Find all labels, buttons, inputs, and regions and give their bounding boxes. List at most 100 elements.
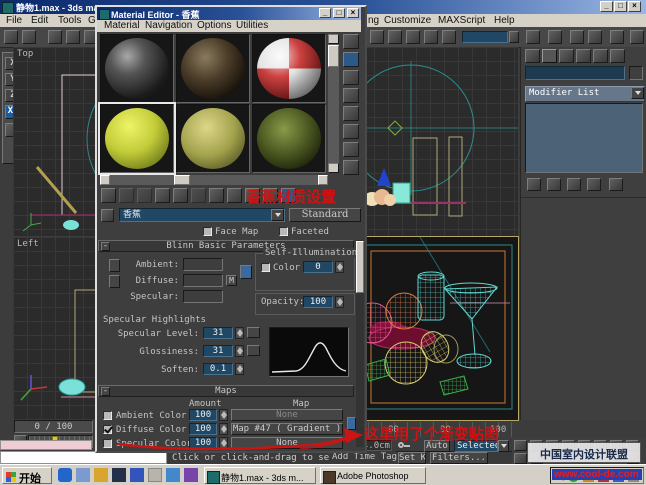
go-start-icon[interactable] <box>514 440 527 451</box>
slots-vertical-scrollbar[interactable] <box>328 34 339 173</box>
slots-horizontal-scrollbar[interactable] <box>100 175 328 185</box>
macro-recorder-pane[interactable] <box>0 440 92 450</box>
select-by-material-icon[interactable] <box>343 160 359 175</box>
material-slot[interactable] <box>176 104 250 173</box>
material-editor-titlebar[interactable]: Material Editor - 香蕉 _ □ × <box>97 7 361 20</box>
material-slot[interactable] <box>100 34 174 103</box>
select-object-icon[interactable] <box>370 30 384 44</box>
put-to-scene-icon[interactable] <box>119 188 134 203</box>
material-id-icon[interactable] <box>209 188 224 203</box>
set-key-button[interactable]: Set K. <box>398 452 426 464</box>
scroll-thumb[interactable] <box>174 175 190 185</box>
checkbox-specular-map[interactable] <box>103 439 112 448</box>
remove-modifier-icon[interactable] <box>587 178 601 191</box>
manipulate-icon[interactable] <box>442 30 456 44</box>
backlight-icon[interactable] <box>343 52 359 67</box>
diffuse-map-shortcut-button[interactable]: M <box>226 275 237 286</box>
tab-utilities-icon[interactable] <box>610 49 625 63</box>
material-name-dropdown[interactable]: 香蕉 <box>119 208 285 222</box>
options-icon[interactable] <box>343 142 359 157</box>
material-editor-icon[interactable] <box>630 30 644 44</box>
glossiness-map-button[interactable] <box>247 345 260 356</box>
quicklaunch-icon[interactable] <box>166 468 180 482</box>
tab-modify-icon[interactable] <box>542 49 557 63</box>
object-color-swatch[interactable] <box>629 66 643 80</box>
glossiness-spinner[interactable] <box>235 345 244 357</box>
modifier-list-dropdown[interactable]: Modifier List <box>525 86 645 102</box>
ambient-amount-spinner[interactable] <box>219 409 228 421</box>
show-map-in-viewport-icon[interactable] <box>227 188 242 203</box>
glossiness-field[interactable]: 31 <box>203 345 233 357</box>
put-to-library-icon[interactable] <box>191 188 206 203</box>
make-preview-icon[interactable] <box>343 124 359 139</box>
taskbar-task-photoshop[interactable]: Adobe Photoshop <box>320 467 426 484</box>
soften-spinner[interactable] <box>235 363 244 375</box>
menu-maxscript[interactable]: MAXScript <box>438 15 485 26</box>
reset-map-icon[interactable] <box>155 188 170 203</box>
opacity-value-field[interactable]: 100 <box>303 296 333 308</box>
specular-level-field[interactable]: 31 <box>203 327 233 339</box>
me-menu-utilities[interactable]: Utilities <box>236 20 268 31</box>
key-filters-button[interactable]: Filters... <box>430 452 488 464</box>
ambient-map-button[interactable]: None <box>231 409 343 421</box>
selection-region-icon[interactable] <box>406 30 420 44</box>
specular-level-spinner[interactable] <box>235 327 244 339</box>
schematic-view-icon[interactable] <box>610 30 624 44</box>
specular-map-button[interactable]: None <box>231 437 343 449</box>
menu-tools[interactable]: Tools <box>58 15 81 26</box>
background-icon[interactable] <box>343 70 359 85</box>
select-link-icon[interactable] <box>48 30 62 44</box>
scroll-thumb[interactable] <box>328 45 339 67</box>
lock-diffuse-specular-icon[interactable] <box>109 275 120 288</box>
tab-create-icon[interactable] <box>525 49 540 63</box>
quicklaunch-photoshop-icon[interactable] <box>112 468 126 482</box>
selection-sets-dropdown-icon[interactable] <box>509 31 519 43</box>
tab-display-icon[interactable] <box>593 49 608 63</box>
curve-editor-icon[interactable] <box>588 30 602 44</box>
quicklaunch-ie-icon[interactable] <box>58 468 72 482</box>
named-selection-sets-field[interactable] <box>462 31 508 43</box>
checkbox-ambient-map[interactable] <box>103 411 112 420</box>
specular-color-swatch[interactable] <box>183 290 223 303</box>
modifier-stack[interactable] <box>525 103 643 173</box>
menu-customize[interactable]: Customize <box>384 15 431 26</box>
layer-manager-icon[interactable] <box>570 30 584 44</box>
quicklaunch-icon[interactable] <box>94 468 108 482</box>
tab-motion-icon[interactable] <box>576 49 591 63</box>
me-close-icon[interactable]: × <box>347 8 359 18</box>
opacity-spinner[interactable] <box>335 296 344 308</box>
self-illum-spinner[interactable] <box>335 261 344 273</box>
diffuse-map-button[interactable]: Map #47 ( Gradient ) <box>231 423 343 435</box>
chevron-down-icon[interactable] <box>631 87 644 99</box>
material-name-dropdown-arrow-icon[interactable] <box>271 209 284 221</box>
frame-display[interactable]: 0 / 100 <box>14 420 93 433</box>
viewport-camera[interactable] <box>360 237 518 420</box>
sample-type-icon[interactable] <box>343 34 359 49</box>
maps-rollout-header[interactable]: - Maps <box>98 385 354 397</box>
soften-field[interactable]: 0.1 <box>203 363 233 375</box>
material-slot[interactable] <box>176 34 250 103</box>
specular-level-map-button[interactable] <box>247 327 260 338</box>
params-scrollbar[interactable] <box>356 240 364 447</box>
start-button[interactable]: 开始 <box>2 467 52 484</box>
quicklaunch-icon[interactable] <box>184 468 198 482</box>
make-unique-icon[interactable] <box>567 178 581 191</box>
material-type-button[interactable]: Standard <box>289 208 361 222</box>
lock-maps-icon[interactable] <box>240 265 252 279</box>
quicklaunch-icon[interactable] <box>148 468 162 482</box>
tab-hierarchy-icon[interactable] <box>559 49 574 63</box>
checkbox-faceted[interactable] <box>279 227 288 236</box>
checkbox-diffuse-map[interactable] <box>103 425 112 434</box>
get-material-icon[interactable] <box>101 188 116 203</box>
close-icon[interactable]: × <box>628 1 641 12</box>
maximize-icon[interactable]: □ <box>614 1 627 12</box>
menu-file[interactable]: File <box>6 15 22 26</box>
taskbar-task-3dsmax[interactable]: 静物1.max - 3ds m... <box>204 467 316 484</box>
unlink-icon[interactable] <box>66 30 80 44</box>
menu-help[interactable]: Help <box>494 15 515 26</box>
self-illum-value-field[interactable]: 0 <box>303 261 333 273</box>
object-name-field[interactable] <box>525 66 625 80</box>
me-maximize-icon[interactable]: □ <box>333 8 345 18</box>
scroll-right-icon[interactable] <box>318 175 328 185</box>
align-icon[interactable] <box>548 30 562 44</box>
